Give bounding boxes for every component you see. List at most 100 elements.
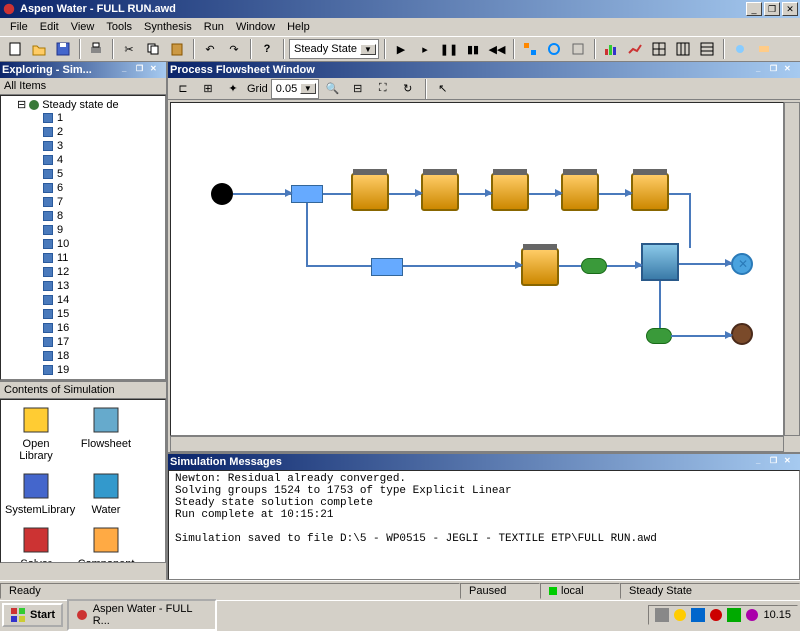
fs-zoom-out-icon[interactable]: ⊟ — [347, 78, 369, 100]
tree-item[interactable]: 10 — [43, 237, 163, 251]
state-combo[interactable]: Steady State — [289, 39, 379, 59]
library-item[interactable]: Open Library — [5, 404, 67, 462]
flowsheet-minimize-button[interactable]: _ — [756, 64, 770, 76]
tree-item[interactable]: 19 — [43, 363, 163, 377]
maximize-button[interactable]: ❐ — [764, 2, 780, 16]
stream[interactable] — [233, 193, 291, 195]
tree-item[interactable]: 6 — [43, 181, 163, 195]
tree-item[interactable]: 1 — [43, 111, 163, 125]
menu-run[interactable]: Run — [198, 21, 230, 33]
tree-item[interactable]: 3 — [43, 139, 163, 153]
grid-combo[interactable]: 0.05 — [271, 79, 319, 99]
tree-item[interactable]: 8 — [43, 209, 163, 223]
redo-icon[interactable]: ↷ — [223, 38, 245, 60]
tray-icon-2[interactable] — [673, 608, 687, 622]
tree-item[interactable]: 7 — [43, 195, 163, 209]
menu-synthesis[interactable]: Synthesis — [138, 21, 198, 33]
tray-icon-4[interactable] — [709, 608, 723, 622]
tree-item[interactable]: 9 — [43, 223, 163, 237]
open-icon[interactable] — [28, 38, 50, 60]
stream[interactable] — [669, 193, 691, 195]
chart-icon[interactable] — [600, 38, 622, 60]
minimize-button[interactable]: _ — [746, 2, 762, 16]
collapse-icon[interactable]: ⊟ — [17, 98, 26, 111]
stream[interactable] — [403, 265, 521, 267]
print-icon[interactable] — [85, 38, 107, 60]
unit-splitter-1[interactable] — [291, 185, 323, 203]
unit-product-sludge[interactable] — [731, 323, 753, 345]
unit-pump-2[interactable] — [646, 328, 672, 344]
unit-tank-1[interactable] — [351, 173, 389, 211]
fs-snap-icon[interactable]: ✦ — [222, 78, 244, 100]
rewind-icon[interactable]: ◀◀ — [486, 38, 508, 60]
explorer-close-button[interactable]: ✕ — [150, 64, 164, 76]
library-item[interactable]: Solver Options — [5, 524, 67, 563]
tool-a-icon[interactable] — [519, 38, 541, 60]
tray-icon-1[interactable] — [655, 608, 669, 622]
menu-window[interactable]: Window — [230, 21, 281, 33]
unit-splitter-2[interactable] — [371, 258, 403, 276]
stream[interactable] — [689, 193, 691, 248]
new-icon[interactable] — [4, 38, 26, 60]
tree-item[interactable]: 15 — [43, 307, 163, 321]
unit-source[interactable] — [211, 183, 233, 205]
paste-icon[interactable] — [166, 38, 188, 60]
library-item[interactable]: Flowsheet — [75, 404, 137, 462]
tree-item[interactable]: 16 — [43, 321, 163, 335]
menu-view[interactable]: View — [65, 21, 101, 33]
explorer-minimize-button[interactable]: _ — [122, 64, 136, 76]
close-button[interactable]: ✕ — [782, 2, 798, 16]
tree-item[interactable]: 18 — [43, 349, 163, 363]
menu-file[interactable]: File — [4, 21, 34, 33]
tool-d-icon[interactable] — [729, 38, 751, 60]
stream[interactable] — [323, 193, 351, 195]
stream[interactable] — [679, 263, 731, 265]
tree-item[interactable]: 12 — [43, 265, 163, 279]
save-icon[interactable] — [52, 38, 74, 60]
stream[interactable] — [671, 335, 731, 337]
unit-tank-6[interactable] — [521, 248, 559, 286]
tool-b-icon[interactable] — [543, 38, 565, 60]
grid1-icon[interactable] — [648, 38, 670, 60]
tree-item[interactable]: 13 — [43, 279, 163, 293]
stream[interactable] — [306, 265, 371, 267]
fs-pointer-icon[interactable]: ↖ — [432, 78, 454, 100]
stream[interactable] — [659, 281, 661, 328]
help-icon[interactable]: ? — [256, 38, 278, 60]
grid3-icon[interactable] — [696, 38, 718, 60]
flowsheet-canvas[interactable] — [170, 102, 784, 436]
system-tray[interactable]: 10.15 — [648, 605, 798, 625]
grid2-icon[interactable] — [672, 38, 694, 60]
explorer-maximize-button[interactable]: ❐ — [136, 64, 150, 76]
stop-icon[interactable]: ▮▮ — [462, 38, 484, 60]
fs-grid-icon[interactable]: ⊞ — [197, 78, 219, 100]
unit-product-water[interactable] — [731, 253, 753, 275]
step-icon[interactable]: ▸ — [414, 38, 436, 60]
menu-edit[interactable]: Edit — [34, 21, 65, 33]
tree-view[interactable]: ⊟ Steady state de 1234567891011121314151… — [0, 95, 166, 380]
messages-body[interactable]: Newton: Residual already converged. Solv… — [168, 470, 800, 580]
tree-item[interactable]: 14 — [43, 293, 163, 307]
fs-fit-icon[interactable]: ⛶ — [372, 78, 394, 100]
taskbar-task[interactable]: Aspen Water - FULL R... — [67, 599, 217, 631]
tray-icon-6[interactable] — [745, 608, 759, 622]
flowsheet-maximize-button[interactable]: ❐ — [770, 64, 784, 76]
messages-maximize-button[interactable]: ❐ — [770, 456, 784, 468]
tree-item[interactable]: 2 — [43, 125, 163, 139]
tree-root[interactable]: ⊟ Steady state de — [3, 98, 163, 111]
horizontal-scrollbar[interactable] — [170, 436, 784, 452]
fs-zoom-in-icon[interactable]: 🔍 — [322, 78, 344, 100]
play-icon[interactable]: ▶ — [390, 38, 412, 60]
undo-icon[interactable]: ↶ — [199, 38, 221, 60]
library-item[interactable]: SystemLibrary — [5, 470, 67, 516]
unit-pump-1[interactable] — [581, 258, 607, 274]
unit-tank-4[interactable] — [561, 173, 599, 211]
unit-tank-2[interactable] — [421, 173, 459, 211]
fs-tool1-icon[interactable]: ⊏ — [172, 78, 194, 100]
unit-tank-3[interactable] — [491, 173, 529, 211]
unit-tank-5[interactable] — [631, 173, 669, 211]
copy-icon[interactable] — [142, 38, 164, 60]
stream[interactable] — [306, 203, 308, 265]
menu-help[interactable]: Help — [281, 21, 316, 33]
fs-rotate-icon[interactable]: ↻ — [397, 78, 419, 100]
